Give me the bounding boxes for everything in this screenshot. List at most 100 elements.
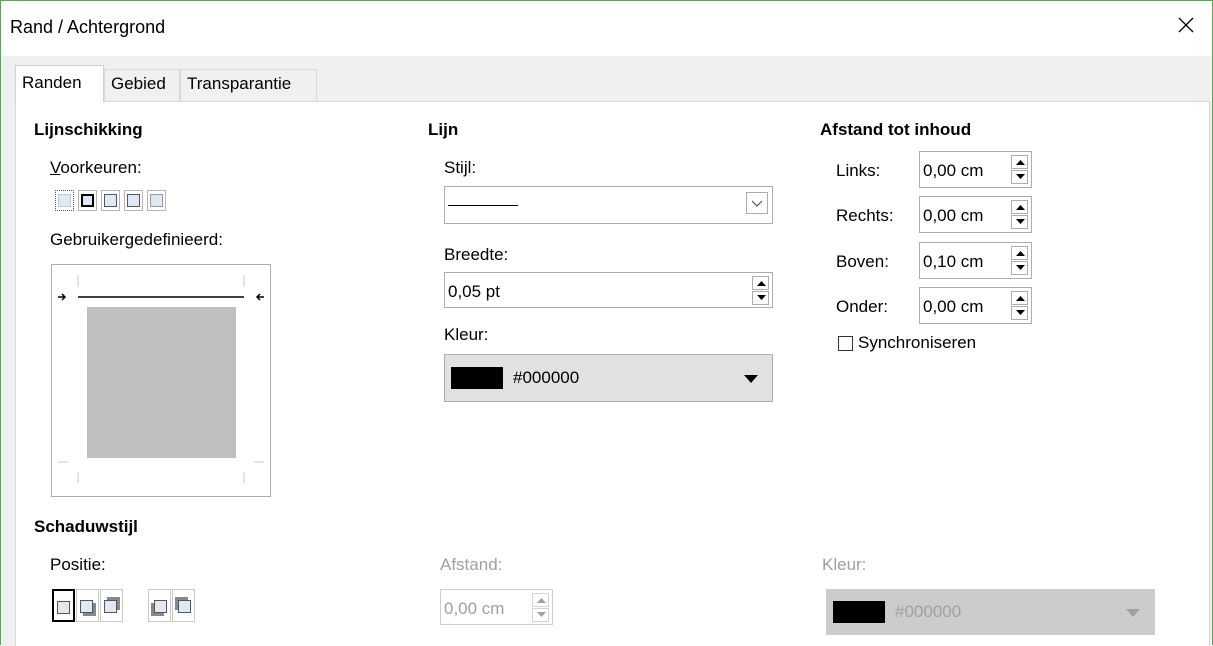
padding-bottom-field[interactable]: 0,00 cm: [919, 287, 1032, 324]
preset-top-bottom-button[interactable]: [124, 190, 143, 211]
preset-outer-border-button[interactable]: [78, 190, 97, 211]
padding-top-down-button[interactable]: [1011, 261, 1028, 275]
arrow-up-icon: [757, 281, 766, 286]
shadow-bottom-right-button[interactable]: [76, 589, 99, 622]
shadow-bottom-left-button[interactable]: [148, 589, 171, 622]
padding-right-down-button[interactable]: [1011, 215, 1028, 229]
line-width-up-button[interactable]: [752, 276, 769, 290]
arrow-up-icon: [1016, 251, 1025, 256]
padding-left-up-button[interactable]: [1011, 155, 1028, 169]
line-color-swatch: [451, 367, 503, 389]
shadow-bottom-right-icon: [80, 600, 93, 613]
arrow-down-icon: [1016, 265, 1025, 270]
preset-no-borders-icon: [58, 194, 71, 207]
padding-left-field[interactable]: 0,00 cm: [919, 151, 1032, 188]
presets-label-rest: oorkeuren:: [60, 158, 142, 177]
line-color-select[interactable]: #000000: [444, 354, 773, 402]
padding-top-spin: [1011, 246, 1028, 275]
line-arrangement-heading: Lijnschikking: [34, 120, 143, 139]
line-width-spin: [752, 276, 769, 305]
padding-top-value: 0,10 cm: [923, 252, 984, 271]
padding-right-value: 0,00 cm: [923, 206, 984, 225]
line-width-down-button[interactable]: [752, 291, 769, 305]
padding-top-label: Boven:: [836, 252, 889, 271]
padding-right-spin: [1011, 200, 1028, 229]
width-label: Breedte:: [444, 245, 509, 264]
preset-left-right-button[interactable]: [101, 190, 120, 211]
shadow-none-icon: [57, 601, 70, 614]
tab-panel-randen: Lijnschikking Voorkeuren: Gebruikergedef…: [15, 101, 1210, 646]
preset-left-right-icon: [104, 194, 117, 207]
shadow-color-select[interactable]: #000000: [826, 589, 1155, 635]
shadow-distance-down-button[interactable]: [532, 608, 549, 622]
shadow-color-value: #000000: [895, 602, 962, 621]
padding-right-label: Rechts:: [836, 206, 894, 225]
line-heading: Lijn: [428, 120, 459, 139]
style-label: Stijl:: [444, 158, 477, 177]
border-preview-canvas[interactable]: [51, 264, 271, 497]
tab-gebied[interactable]: Gebied: [104, 69, 180, 101]
sync-checkbox[interactable]: [838, 336, 853, 351]
padding-bottom-value: 0,00 cm: [923, 297, 984, 316]
shadow-bottom-left-icon: [154, 600, 167, 613]
preset-diagonal-icon: [150, 194, 163, 207]
line-style-select[interactable]: [444, 186, 773, 224]
border-preview-drawing: [58, 275, 264, 483]
shadow-distance-up-button[interactable]: [532, 593, 549, 607]
padding-left-label: Links:: [836, 161, 881, 180]
arrow-down-icon: [757, 295, 766, 300]
shadow-color-label: Kleur:: [822, 555, 867, 574]
shadow-position-label: Positie:: [50, 555, 106, 574]
preset-diagonal-button[interactable]: [147, 190, 166, 211]
shadow-none-button[interactable]: [52, 589, 75, 622]
arrow-up-icon: [1016, 160, 1025, 165]
line-width-value: 0,05 pt: [448, 282, 500, 301]
tab-transparantie[interactable]: Transparantie: [180, 69, 317, 101]
padding-bottom-spin: [1011, 291, 1028, 320]
line-color-value: #000000: [513, 368, 580, 387]
presets-label: Voorkeuren:: [50, 158, 142, 177]
shadow-color-dropdown-icon: [1126, 609, 1140, 617]
dialog-title: Rand / Achtergrond: [10, 17, 166, 37]
preset-outer-border-icon: [81, 194, 94, 207]
preset-top-bottom-icon: [127, 194, 140, 207]
shadow-heading: Schaduwstijl: [34, 517, 138, 536]
line-width-field[interactable]: 0,05 pt: [444, 272, 773, 308]
dialog-window: Rand / Achtergrond Randen Gebied Transpa…: [0, 0, 1213, 646]
shadow-top-right-button[interactable]: [100, 589, 123, 622]
padding-top-field[interactable]: 0,10 cm: [919, 242, 1032, 279]
shadow-distance-spin: [532, 593, 549, 622]
padding-left-spin: [1011, 155, 1028, 184]
line-color-dropdown-icon: [744, 375, 758, 383]
tab-randen[interactable]: Randen: [15, 65, 104, 102]
arrow-up-icon: [1016, 205, 1025, 210]
shadow-distance-value: 0,00 cm: [444, 599, 505, 618]
padding-bottom-down-button[interactable]: [1011, 306, 1028, 320]
arrow-down-icon: [1016, 219, 1025, 224]
padding-bottom-up-button[interactable]: [1011, 291, 1028, 305]
padding-heading: Afstand tot inhoud: [820, 120, 972, 139]
padding-left-value: 0,00 cm: [923, 161, 984, 180]
title-bar: Rand / Achtergrond: [1, 1, 1212, 56]
arrow-down-icon: [537, 612, 546, 617]
padding-right-up-button[interactable]: [1011, 200, 1028, 214]
padding-top-up-button[interactable]: [1011, 246, 1028, 260]
sync-label: Synchroniseren: [858, 333, 977, 352]
chevron-down-icon: [751, 200, 763, 207]
user-defined-label: Gebruikergedefinieerd:: [50, 230, 223, 249]
arrow-up-icon: [537, 598, 546, 603]
shadow-distance-field[interactable]: 0,00 cm: [440, 589, 553, 625]
arrow-up-icon: [1016, 296, 1025, 301]
shadow-top-left-button[interactable]: [172, 589, 195, 622]
line-style-dropdown-button[interactable]: [746, 192, 768, 214]
padding-left-down-button[interactable]: [1011, 170, 1028, 184]
padding-right-field[interactable]: 0,00 cm: [919, 196, 1032, 233]
preset-no-borders-button[interactable]: [55, 190, 74, 211]
dialog-content: Randen Gebied Transparantie Lijnschikkin…: [1, 56, 1212, 646]
shadow-distance-label: Afstand:: [440, 555, 503, 574]
shadow-top-left-icon: [178, 600, 191, 613]
shadow-top-right-icon: [104, 600, 117, 613]
padding-bottom-label: Onder:: [836, 297, 888, 316]
arrow-down-icon: [1016, 174, 1025, 179]
close-icon[interactable]: [1174, 13, 1198, 37]
